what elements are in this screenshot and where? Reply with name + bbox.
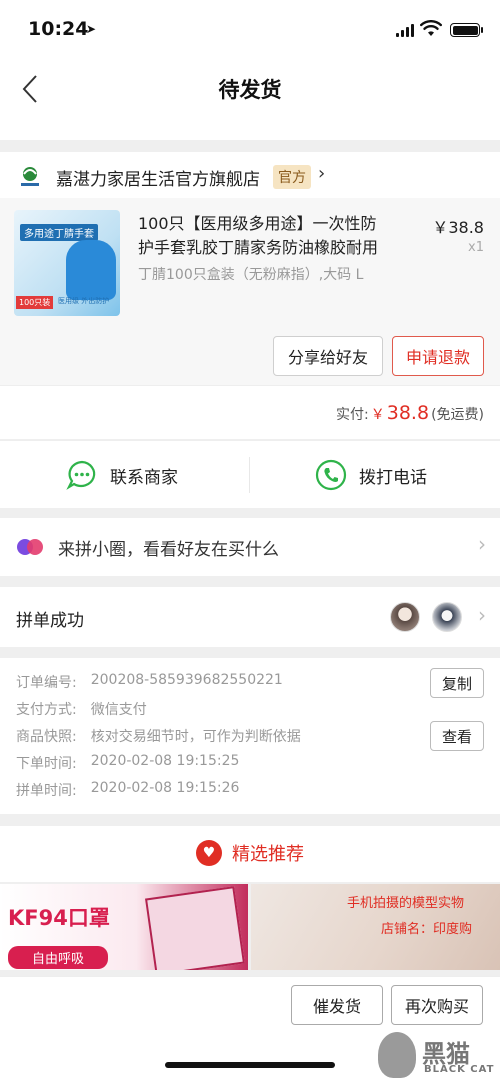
payment-amount: 38.8 [386, 402, 430, 424]
contact-row: 联系商家 拨打电话 [0, 440, 500, 508]
chat-bubble-icon [66, 460, 96, 490]
call-label: 拨打电话 [359, 467, 427, 488]
view-snapshot-button[interactable]: 查看 [430, 721, 484, 751]
avatar[interactable] [390, 602, 420, 632]
snapshot-label: 商品快照: [16, 729, 77, 745]
share-button[interactable]: 分享给好友 [273, 336, 383, 376]
chevron-right-icon: › [478, 603, 486, 627]
store-logo-icon [21, 167, 39, 186]
divider [249, 457, 250, 493]
order-time-label: 下单时间: [16, 756, 77, 772]
product-title[interactable]: 100只【医用级多用途】一次性防护手套乳胶丁腈家务防油橡胶耐用 [138, 212, 392, 260]
glove-graphic [66, 240, 116, 300]
call-button[interactable]: 拨打电话 [315, 441, 427, 509]
order-number-row: 订单编号: 200208-585939682550221 [16, 672, 283, 692]
payment-row: 实付: ￥ 38.8 (免运费) [0, 385, 500, 439]
status-time: 10:24 [28, 18, 89, 40]
group-time-value: 2020-02-08 19:15:26 [90, 780, 240, 796]
recommend-header: ♥ 精选推荐 [0, 826, 500, 882]
product-image[interactable]: 多用途丁腈手套 100只装 医用级 外出防护 [14, 210, 120, 316]
status-bar: 10:24 ➤ [0, 0, 500, 60]
payment-method-value: 微信支付 [90, 702, 147, 718]
chevron-right-icon: › [318, 163, 326, 184]
chevron-right-icon: › [478, 532, 486, 556]
circle-logo-icon [17, 539, 43, 555]
refund-button[interactable]: 申请退款 [392, 336, 484, 376]
friend-circle-row[interactable]: 来拼小圈，看看好友在买什么 › [0, 518, 500, 576]
payment-note: (免运费) [431, 407, 484, 423]
recommend-item-mask[interactable]: KF94口罩 自由呼吸 [0, 884, 248, 970]
payment-method-label: 支付方式: [16, 702, 77, 718]
order-time-row: 下单时间: 2020-02-08 19:15:25 [16, 753, 239, 773]
contact-merchant-button[interactable]: 联系商家 [66, 441, 178, 509]
friend-circle-text: 来拼小圈，看看好友在买什么 [58, 540, 279, 560]
heart-icon: ♥ [196, 840, 222, 866]
payment-currency: ￥ [370, 407, 385, 423]
store-name: 嘉湛力家居生活官方旗舰店 [56, 170, 260, 190]
recommend-title: ♥ 精选推荐 [0, 840, 500, 866]
signal-icon [396, 23, 414, 37]
location-arrow-icon: ➤ [86, 22, 97, 36]
group-buy-status: 拼单成功 [16, 611, 84, 631]
order-info: 订单编号: 200208-585939682550221 复制 支付方式: 微信… [0, 658, 500, 814]
group-time-row: 拼单时间: 2020-02-08 19:15:26 [16, 780, 239, 800]
order-card: 嘉湛力家居生活官方旗舰店 官方 › 多用途丁腈手套 100只装 医用级 外出防护… [0, 152, 500, 385]
contact-merchant-label: 联系商家 [110, 467, 178, 488]
order-number-value: 200208-585939682550221 [90, 672, 283, 688]
store-row[interactable]: 嘉湛力家居生活官方旗舰店 官方 › [0, 152, 500, 198]
avatar[interactable] [432, 602, 462, 632]
product-quantity: x1 [468, 240, 484, 255]
buy-again-button[interactable]: 再次购买 [391, 985, 483, 1025]
cat-shield-icon [378, 1032, 416, 1078]
copy-button[interactable]: 复制 [430, 668, 484, 698]
order-number-label: 订单编号: [16, 675, 77, 691]
payment-method-row: 支付方式: 微信支付 [16, 699, 147, 719]
mask-package-image [145, 886, 245, 970]
recommend-title-text: 精选推荐 [232, 844, 304, 865]
product-image-tag2: 医用级 外出防护 [58, 297, 110, 305]
official-badge: 官方 [273, 165, 311, 189]
snapshot-value: 核对交易细节时，可作为判断依据 [90, 729, 301, 745]
group-time-label: 拼单时间: [16, 783, 77, 799]
wifi-icon [420, 20, 442, 36]
product-price: ￥38.8 [432, 218, 484, 237]
black-cat-watermark: 黑猫 BLACK CAT [378, 1028, 498, 1083]
phone-icon [315, 459, 347, 491]
product-image-title: 多用途丁腈手套 [20, 224, 98, 241]
watermark-subtitle: BLACK CAT [424, 1064, 495, 1075]
photo-caption-2: 店铺名：印度购 [381, 922, 473, 937]
photo-caption-1: 手机拍摄的模型实物 [347, 896, 465, 911]
urge-shipping-button[interactable]: 催发货 [291, 985, 383, 1025]
page-title: 待发货 [218, 78, 282, 102]
order-time-value: 2020-02-08 19:15:25 [90, 753, 240, 769]
battery-icon [450, 23, 483, 37]
snapshot-row: 商品快照: 核对交易细节时，可作为判断依据 [16, 726, 301, 746]
payment-label: 实付: [336, 407, 369, 423]
product-spec: 丁腈100只盒装（无粉麻指）,大码 L [138, 267, 364, 283]
group-buy-row[interactable]: 拼单成功 › [0, 587, 500, 647]
payment-summary: 实付: ￥ 38.8 (免运费) [336, 402, 484, 424]
nav-bar: 待发货 [0, 60, 500, 140]
home-indicator[interactable] [165, 1062, 335, 1068]
recommend-item-title: KF94口罩 [8, 906, 110, 930]
recommend-item-subtitle: 自由呼吸 [8, 946, 109, 969]
recommend-item-photo[interactable]: 手机拍摄的模型实物 店铺名：印度购 [251, 884, 500, 970]
product-image-tag: 100只装 [16, 296, 54, 309]
